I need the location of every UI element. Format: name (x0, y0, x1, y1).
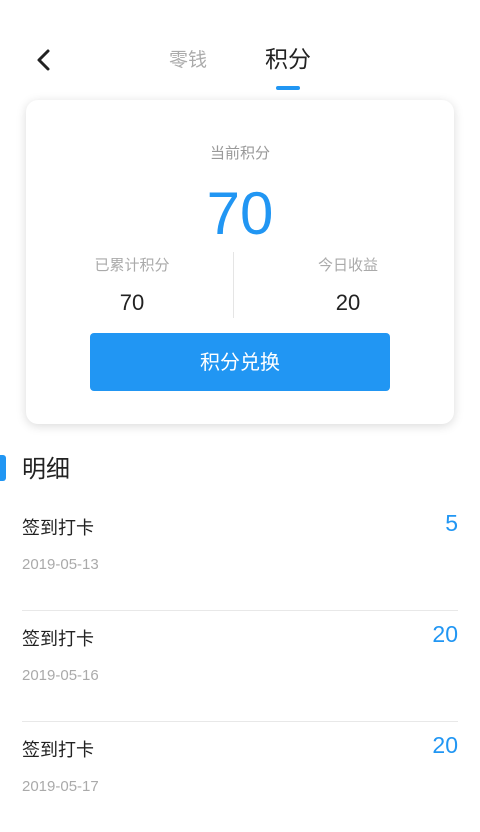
list-item[interactable]: 签到打卡 2019-05-17 20 (22, 722, 458, 832)
list-item[interactable]: 签到打卡 2019-05-13 5 (22, 500, 458, 611)
today-earnings-stat: 今日收益 20 (258, 254, 438, 316)
list-item-amount: 20 (432, 732, 458, 758)
list-item-amount: 5 (445, 510, 458, 536)
list-item-title: 签到打卡 (22, 518, 94, 539)
list-item-date: 2019-05-17 (22, 778, 99, 795)
top-nav: 零钱 积分 (0, 0, 480, 96)
tab-change[interactable]: 零钱 (162, 42, 214, 82)
list-item-date: 2019-05-16 (22, 667, 99, 684)
accumulated-points-label: 已累计积分 (94, 256, 170, 274)
list-item-date: 2019-05-13 (22, 556, 99, 573)
section-marker (0, 455, 6, 481)
details-section-title: 明细 (22, 455, 70, 483)
back-button[interactable] (26, 42, 62, 78)
stat-divider (233, 252, 234, 318)
current-points-value: 70 (206, 180, 274, 247)
chevron-left-icon (37, 49, 50, 71)
details-list: 签到打卡 2019-05-13 5 签到打卡 2019-05-16 20 签到打… (22, 500, 458, 832)
today-earnings-label: 今日收益 (317, 256, 378, 274)
list-item-amount: 20 (432, 621, 458, 647)
list-item-title: 签到打卡 (22, 629, 94, 650)
active-tab-indicator (276, 86, 300, 90)
current-points-label: 当前积分 (209, 144, 270, 162)
points-exchange-button[interactable]: 积分兑换 (90, 333, 390, 391)
accumulated-points-value: 70 (119, 290, 145, 315)
list-item[interactable]: 签到打卡 2019-05-16 20 (22, 611, 458, 722)
points-summary-card: 当前积分 70 已累计积分 70 今日收益 20 积分兑换 (26, 100, 454, 424)
list-item-title: 签到打卡 (22, 740, 94, 761)
tab-points[interactable]: 积分 (260, 42, 316, 82)
today-earnings-value: 20 (335, 290, 361, 315)
accumulated-points-stat: 已累计积分 70 (42, 254, 222, 316)
